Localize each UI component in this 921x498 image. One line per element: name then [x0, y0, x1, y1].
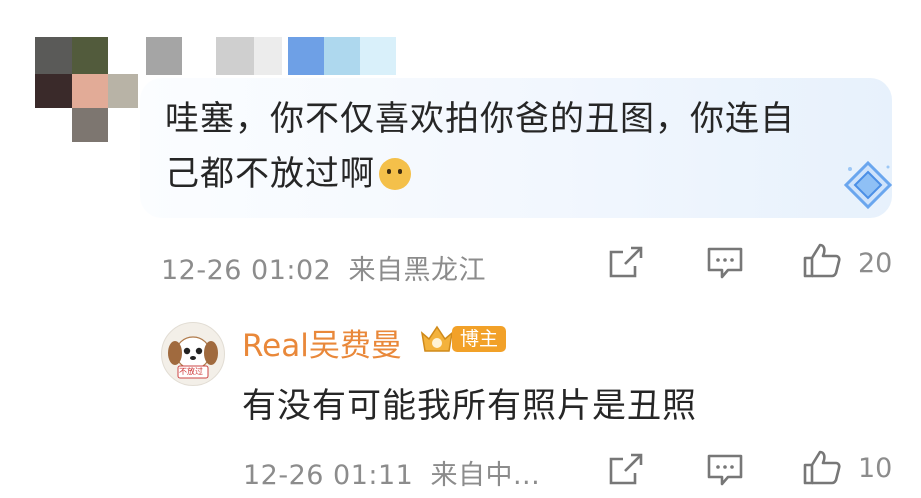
comment-text-line1: 哇塞，你不仅喜欢拍你爸的丑图，你连自 [165, 99, 795, 139]
avatar-mosaic-tile [72, 37, 108, 74]
name-mosaic-tile [288, 37, 324, 75]
like-icon[interactable] [802, 448, 842, 486]
blogger-badge: 博主 [452, 326, 507, 352]
name-mosaic-tile [324, 37, 360, 75]
comment-text: 哇塞，你不仅喜欢拍你爸的丑图，你连自 己都不放过啊 [165, 92, 865, 202]
reply-text: 有没有可能我所有照片是丑照 [242, 386, 697, 426]
share-icon[interactable] [607, 244, 645, 280]
name-mosaic-tile [216, 37, 254, 75]
avatar-mosaic-tile [72, 108, 108, 142]
doge-emoji-icon [379, 158, 411, 190]
comment-location: 来自黑龙江 [348, 255, 486, 286]
avatar-mosaic-tile [72, 74, 108, 108]
avatar-mosaic-tile [108, 74, 138, 108]
comment-time: 12-26 01:02 [161, 255, 332, 286]
comment-text-line2: 己都不放过啊 [165, 147, 865, 202]
name-mosaic-tile [146, 37, 182, 75]
avatar-mosaic-tile [35, 37, 72, 74]
reply-time: 12-26 01:11 [243, 460, 414, 491]
like-icon[interactable] [802, 241, 842, 279]
comment-like-count: 20 [858, 248, 893, 279]
name-mosaic-tile [360, 37, 396, 75]
avatar-label: 不放过 [179, 367, 203, 376]
reply-avatar[interactable]: 不放过 [161, 322, 225, 386]
diamond-decoration-icon [843, 160, 893, 210]
name-mosaic-tile [254, 37, 282, 75]
comment-icon[interactable] [706, 246, 744, 280]
avatar-mosaic-tile [35, 74, 72, 108]
comment-icon[interactable] [706, 453, 744, 487]
comment-meta: 12-26 01:02 来自黑龙江 [161, 248, 486, 287]
reply-author-name[interactable]: Real吴费曼 [242, 320, 402, 365]
reply-meta: 12-26 01:11 来自中... [243, 453, 540, 492]
reply-like-count: 10 [858, 453, 893, 484]
reply-location: 来自中... [430, 460, 541, 491]
share-icon[interactable] [607, 451, 645, 487]
